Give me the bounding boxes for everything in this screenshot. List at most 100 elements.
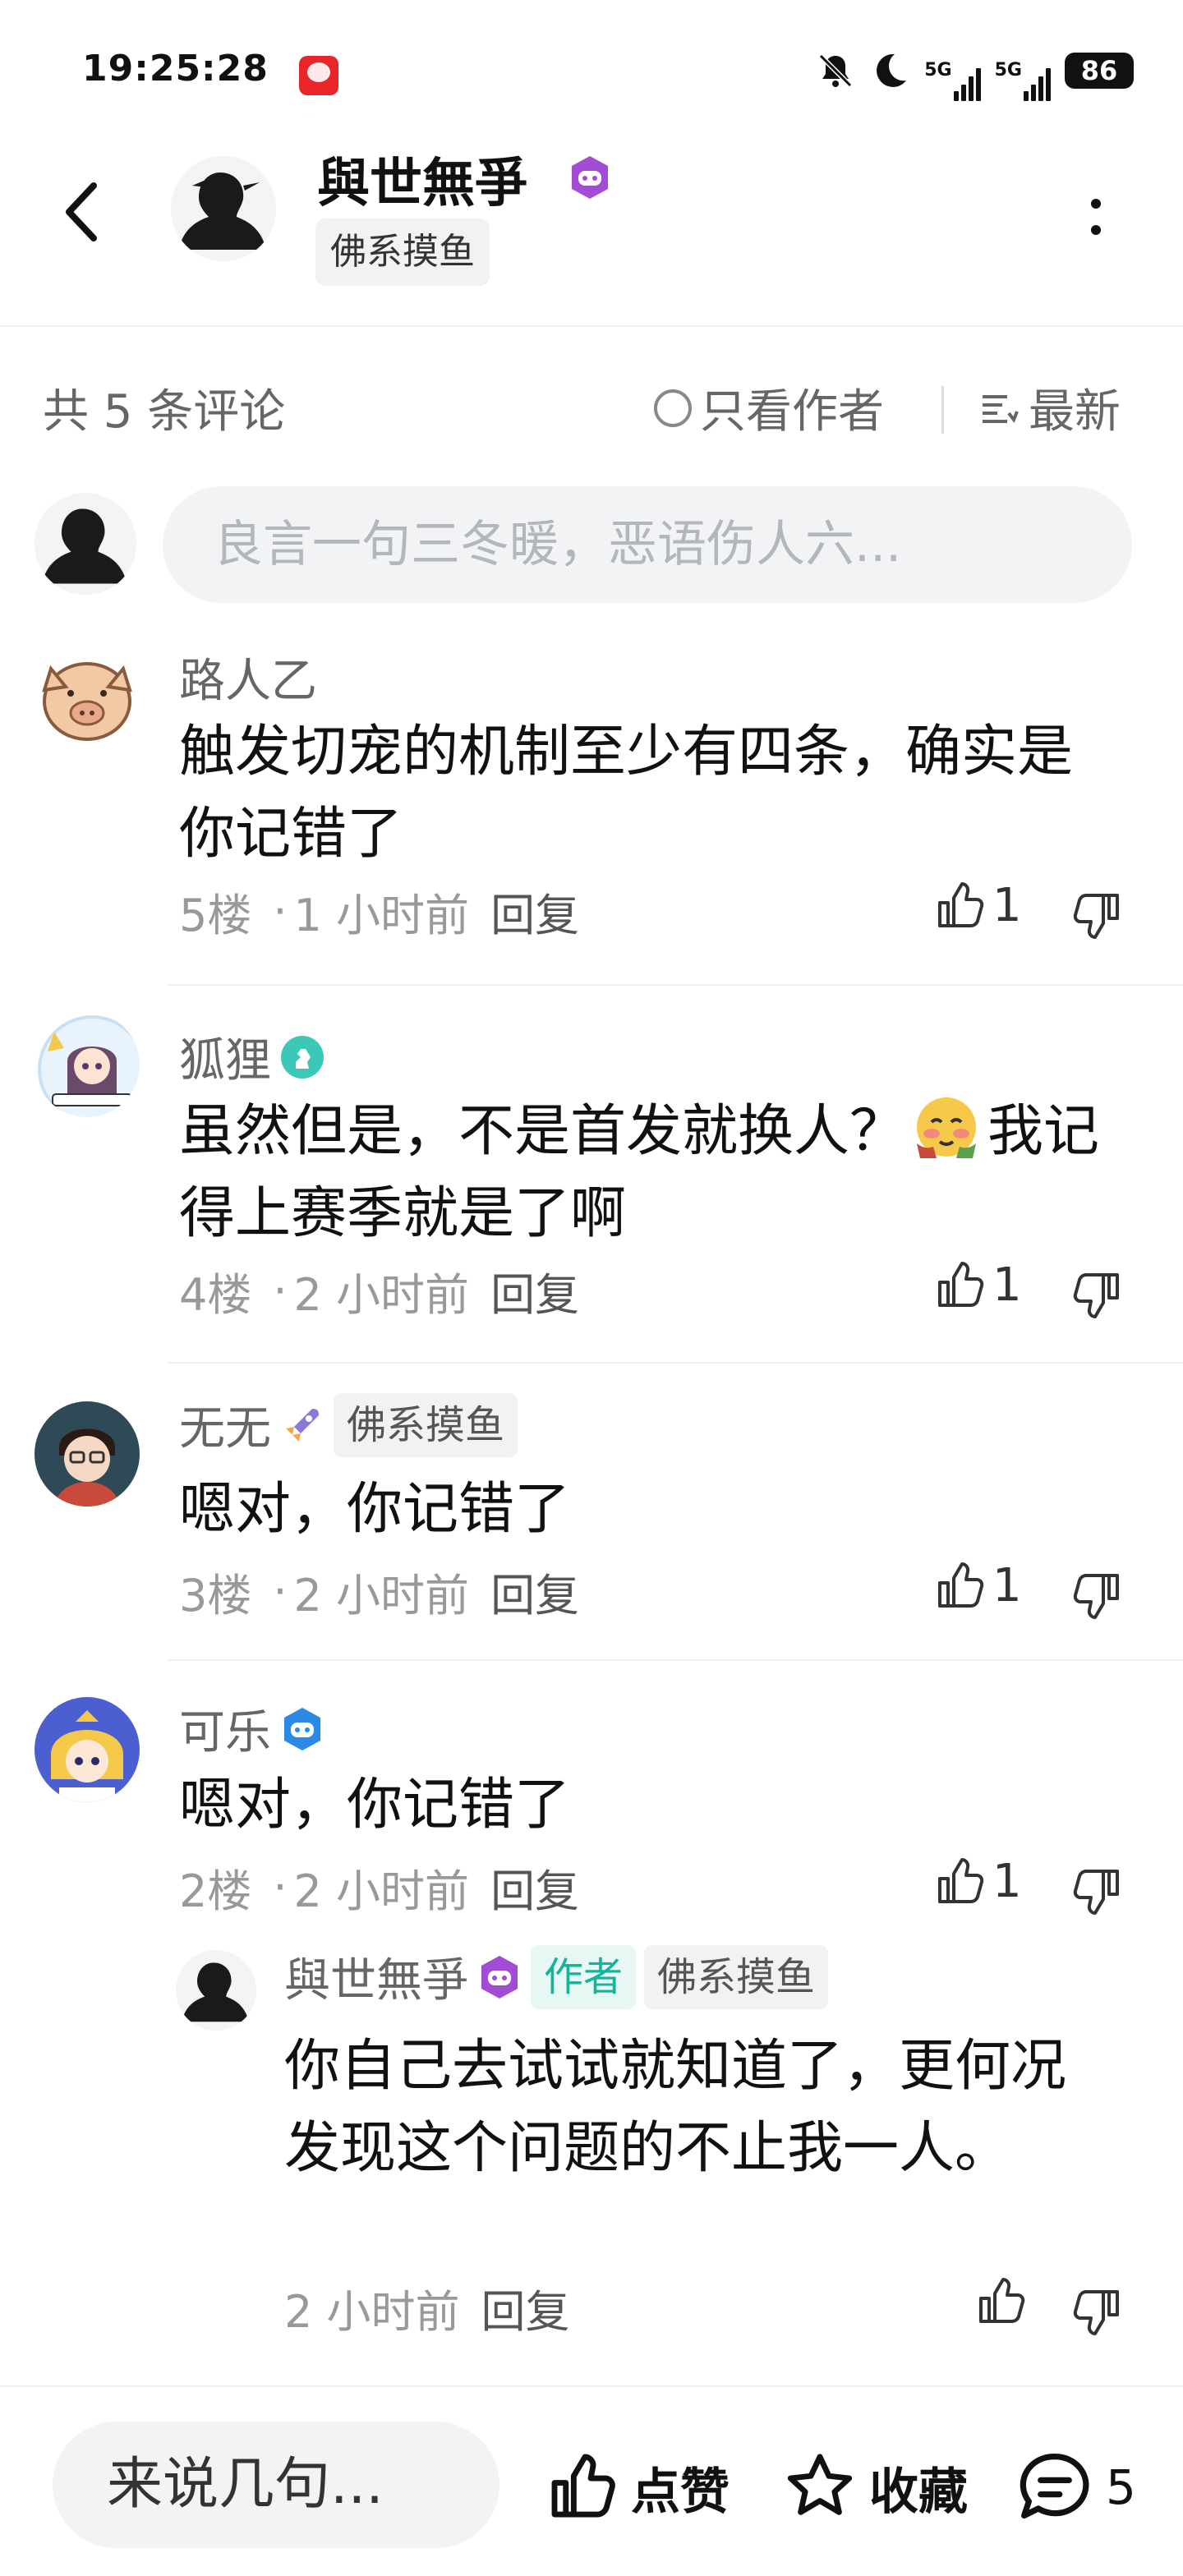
reply-author[interactable]: 與世無爭 作者 佛系摸鱼 [284,1944,829,2010]
chess-badge-icon [281,1035,324,1079]
dot-separator: · [273,886,288,937]
reply-time: 2 小时前 [284,2286,460,2338]
comment-author-name: 狐狸 [179,1034,271,1088]
game-badge-icon [481,1955,518,1999]
author-badge: 作者 [531,1944,637,2009]
author-tag: 佛系摸鱼 [315,218,490,286]
reply-button[interactable]: 回复 [490,1559,579,1624]
silhouette-avatar-icon [171,156,276,261]
sort-label: 最新 [1029,385,1121,439]
comment-author[interactable]: 可乐 [179,1695,325,1762]
thumbs-down-icon [1073,894,1119,939]
like-post-button[interactable]: 点赞 [545,2453,730,2522]
sort-button[interactable]: 最新 [979,375,1121,441]
avatar[interactable] [35,644,140,749]
reply-item: 與世無爭 作者 佛系摸鱼 你自己去试试就知道了，更何况发现这个问题的不止我一人。… [0,1944,1183,2354]
bottom-action-bar: 来说几句... 点赞 收藏 5 [0,2385,1183,2576]
comments-button[interactable]: 5 [1017,2453,1136,2522]
my-avatar [35,493,136,595]
avatar[interactable] [35,1697,140,1802]
cartoon-avatar-icon [35,1697,140,1802]
thumbs-up-icon [938,1562,984,1608]
collect-button[interactable]: 收藏 [784,2453,968,2522]
reply-button[interactable]: 回复 [490,1258,579,1323]
avatar[interactable] [35,1012,140,1117]
comment-floor: 2楼 [179,1865,252,1917]
comment-author[interactable]: 路人乙 [179,644,317,711]
sort-lines-icon [983,394,1019,423]
comment-bubble-icon [1020,2454,1089,2519]
reply-text: 你自己去试试就知道了，更何况发现这个问题的不止我一人。 [284,2034,1067,2181]
status-icons: 5G 5G 86 [816,48,1134,101]
back-button[interactable] [59,181,108,243]
thumbs-up-icon [938,1261,984,1307]
comment-text: 嗯对，你记错了 [179,1773,571,1838]
mute-icon [816,51,855,90]
comment-text: 嗯对，你记错了 [179,1477,571,1542]
comment-author[interactable]: 狐狸 [179,1024,325,1090]
like-button[interactable]: 1 [933,879,1022,932]
thumbs-up-icon [938,1857,984,1903]
status-bar: 19:25:28 5G 5G 86 [0,0,1183,148]
user-tag: 佛系摸鱼 [644,1944,829,2009]
pig-avatar-icon [35,644,140,749]
thumbs-up-icon [551,2454,615,2518]
comment-floor: 3楼 [179,1570,252,1622]
comment-floor: 5楼 [179,890,252,941]
comment-time: 2 小时前 [293,1269,470,1321]
comment-input[interactable]: 良言一句三冬暖，恶语伤人六... [163,486,1132,603]
like-button[interactable]: 1 [933,1258,1022,1312]
comment-toolbar: 共 5 条评论 只看作者 最新 [0,353,1183,460]
comment-meta: 4楼 · 2 小时前 回复 [179,1258,579,1323]
divider [168,1362,1183,1364]
comment-item: 狐狸 虽然但是，不是首发就换人？ 我记得上赛季就是了啊 4楼 · 2 小时前 回… [0,1012,1183,1365]
thumbs-up-icon [938,881,984,927]
like-button[interactable] [974,2275,1027,2328]
like-button[interactable]: 1 [933,1855,1022,1908]
comment-meta: 5楼 · 1 小时前 回复 [179,879,579,944]
dislike-button[interactable] [1071,1268,1124,1321]
comment-author-name: 无无 [179,1402,271,1456]
author-name[interactable]: 與世無爭 [317,141,527,217]
reply-button[interactable]: 回复 [490,1855,579,1920]
like-count: 1 [992,1258,1022,1312]
reply-button[interactable]: 回复 [481,2275,570,2340]
author-avatar[interactable] [171,156,276,261]
anime-girl-avatar-icon [35,1012,140,1117]
divider [941,386,944,434]
dot-separator: · [273,1265,288,1317]
thumbs-down-icon [1073,1273,1119,1318]
only-author-filter[interactable]: 只看作者 [654,375,884,441]
dislike-button[interactable] [1071,889,1124,941]
comment-item: 路人乙 触发切宠的机制至少有四条，确实是你记错了 5楼 · 1 小时前 回复 1 [0,632,1183,986]
reply-button[interactable]: 回复 [490,879,579,944]
bottom-comment-input[interactable]: 来说几句... [53,2422,499,2548]
star-icon [787,2454,853,2515]
more-button[interactable] [1086,194,1106,240]
comment-author[interactable]: 无无 佛系摸鱼 [179,1392,518,1458]
back-arrow-icon [66,182,97,242]
signal-1-icon: 5G [924,60,981,101]
user-tag: 佛系摸鱼 [334,1392,518,1457]
radio-circle-icon [654,389,692,427]
network-type-1: 5G [924,60,952,80]
rocket-badge-icon [286,1408,319,1442]
dislike-button[interactable] [1071,1569,1124,1622]
reply-author-name: 與世無爭 [284,1954,468,2008]
avatar[interactable] [176,1950,256,2031]
comment-item: 无无 佛系摸鱼 嗯对，你记错了 3楼 · 2 小时前 回复 1 [0,1392,1183,1663]
comment-meta: 2楼 · 2 小时前 回复 [179,1855,579,1920]
like-count: 1 [992,1855,1022,1908]
status-time: 19:25:28 [82,48,269,90]
signal-2-icon: 5G [995,62,1051,101]
like-button[interactable]: 1 [933,1559,1022,1612]
like-count: 1 [992,1559,1022,1612]
thumbs-up-icon [979,2278,1025,2323]
dislike-button[interactable] [1071,1865,1124,1917]
dislike-button[interactable] [1071,2285,1124,2338]
divider [168,984,1183,986]
comment-author-name: 可乐 [179,1706,271,1760]
comment-text: 虽然但是，不是首发就换人？ 我记得上赛季就是了啊 [179,1091,1124,1255]
avatar[interactable] [35,1401,140,1506]
silhouette-avatar-icon [35,493,136,595]
